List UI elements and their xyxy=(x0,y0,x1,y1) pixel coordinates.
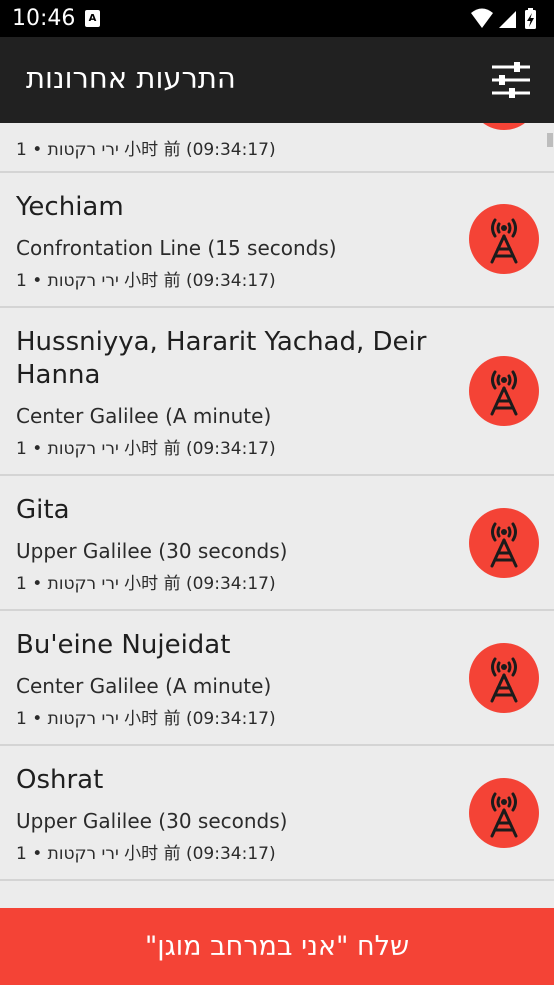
alert-meta: ירי רקטות • 1 小时 前 (09:34:17) xyxy=(16,709,276,729)
scrollbar-thumb[interactable] xyxy=(547,133,553,147)
alert-city: Yechiam xyxy=(16,192,124,222)
battery-icon xyxy=(525,8,536,29)
alert-city: Oshrat xyxy=(16,765,104,795)
alert-city: Hussniyya, Hararit Yachad, Deir Hanna xyxy=(16,327,427,390)
alert-row[interactable]: Bu'eine Nujeidat Center Galilee (A minut… xyxy=(0,611,554,746)
alert-zone: Confrontation Line (15 seconds) xyxy=(16,236,337,260)
rocket-alert-badge xyxy=(469,778,539,848)
radio-tower-icon xyxy=(469,123,539,130)
alert-city: Bu'eine Nujeidat xyxy=(16,630,231,660)
alert-zone: Upper Galilee (30 seconds) xyxy=(16,809,288,833)
alert-zone: Center Galilee (A minute) xyxy=(16,674,272,698)
alert-zone: Upper Galilee (30 seconds) xyxy=(16,539,288,563)
notification-icon: A xyxy=(85,10,100,27)
app-bar: התרעות אחרונות xyxy=(0,37,554,123)
sliders-icon[interactable] xyxy=(490,59,532,101)
alert-meta: ירי רקטות • 1 小时 前 (09:34:17) xyxy=(16,844,276,864)
alert-city: Gita xyxy=(16,495,70,525)
alert-row[interactable] xyxy=(0,881,554,908)
alert-row[interactable]: ירי רקטות • 1 小时 前 (09:34:17) xyxy=(0,123,554,173)
rocket-alert-badge xyxy=(469,123,539,130)
wifi-icon xyxy=(471,8,493,28)
alert-row[interactable]: Yechiam Confrontation Line (15 seconds) … xyxy=(0,173,554,308)
im-in-shelter-button[interactable]: שלח "אני במרחב מוגן" xyxy=(0,908,554,985)
rocket-alert-badge xyxy=(469,508,539,578)
alert-meta: ירי רקטות • 1 小时 前 (09:34:17) xyxy=(16,271,276,291)
radio-tower-icon xyxy=(490,218,518,264)
alert-row[interactable]: Gita Upper Galilee (30 seconds) ירי רקטו… xyxy=(0,476,554,611)
alert-meta: ירי רקטות • 1 小时 前 (09:34:17) xyxy=(16,140,276,160)
alert-zone: Center Galilee (A minute) xyxy=(16,404,272,428)
system-status-icons xyxy=(471,8,536,29)
alert-row[interactable]: Hussniyya, Hararit Yachad, Deir Hanna Ce… xyxy=(0,308,554,476)
status-bar: 10:46 A xyxy=(0,0,554,37)
radio-tower-icon xyxy=(490,370,518,416)
rocket-alert-badge xyxy=(469,643,539,713)
rocket-alert-badge xyxy=(469,204,539,274)
rocket-alert-badge xyxy=(469,356,539,426)
radio-tower-icon xyxy=(490,792,518,838)
signal-icon xyxy=(499,11,516,28)
alerts-list[interactable]: ירי רקטות • 1 小时 前 (09:34:17) Yechiam Co… xyxy=(0,123,554,908)
radio-tower-icon xyxy=(490,522,518,568)
alert-row[interactable]: Oshrat Upper Galilee (30 seconds) ירי רק… xyxy=(0,746,554,881)
alert-meta: ירי רקטות • 1 小时 前 (09:34:17) xyxy=(16,574,276,594)
status-time: 10:46 xyxy=(12,6,76,31)
alert-meta: ירי רקטות • 1 小时 前 (09:34:17) xyxy=(16,439,276,459)
radio-tower-icon xyxy=(490,657,518,703)
page-title: התרעות אחרונות xyxy=(26,61,236,95)
